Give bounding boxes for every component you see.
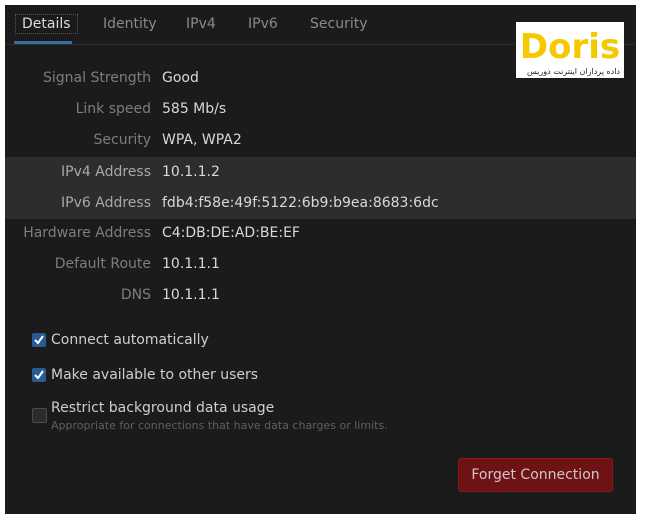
detail-row-ipv4: IPv4 Address 10.1.1.2 [5,157,636,188]
detail-value: 10.1.1.1 [162,256,220,272]
forget-connection-button[interactable]: Forget Connection [458,458,613,492]
connect-automatically-checkbox[interactable] [32,333,46,347]
detail-row-dns: DNS 10.1.1.1 [5,280,636,311]
make-available-checkbox[interactable] [32,368,46,382]
tab-ipv6[interactable]: IPv6 [248,16,278,32]
connect-automatically-label[interactable]: Connect automatically [51,332,209,348]
checkmark-icon [34,335,44,345]
detail-value: Good [162,70,199,86]
detail-value: C4:DB:DE:AD:BE:EF [162,225,300,241]
restrict-background-data-description: Appropriate for connections that have da… [51,419,388,432]
detail-label: IPv6 Address [61,195,151,211]
make-available-label[interactable]: Make available to other users [51,367,258,383]
detail-row-ipv6: IPv6 Address fdb4:f58e:49f:5122:6b9:b9ea:… [5,188,636,219]
detail-value: 10.1.1.1 [162,287,220,303]
tab-ipv4[interactable]: IPv4 [186,16,216,32]
detail-label: Link speed [75,101,151,117]
detail-row-link-speed: Link speed 585 Mb/s [5,94,636,125]
connection-details-panel: Details Identity IPv4 IPv6 Security Dori… [5,5,636,514]
detail-label: Default Route [54,256,151,272]
restrict-background-data-label[interactable]: Restrict background data usage [51,400,274,416]
detail-value: 10.1.1.2 [162,164,220,180]
detail-row-hardware-address: Hardware Address C4:DB:DE:AD:BE:EF [5,218,636,249]
svg-text:Doris: Doris [520,27,620,67]
detail-value: WPA, WPA2 [162,132,242,148]
detail-row-security: Security WPA, WPA2 [5,125,636,156]
tab-security[interactable]: Security [310,16,368,32]
checkmark-icon [34,370,44,380]
tab-identity[interactable]: Identity [103,16,157,32]
tab-details[interactable]: Details [15,14,78,34]
detail-value: 585 Mb/s [162,101,227,117]
detail-label: DNS [120,287,151,303]
restrict-background-data-checkbox[interactable] [32,408,47,423]
detail-label: Hardware Address [23,225,151,241]
detail-label: Signal Strength [42,70,151,86]
active-tab-indicator [14,41,72,44]
detail-label: Security [93,132,152,148]
detail-value: fdb4:f58e:49f:5122:6b9:b9ea:8683:6dc [162,195,439,211]
detail-row-signal-strength: Signal Strength Good [5,63,636,94]
detail-row-default-route: Default Route 10.1.1.1 [5,249,636,280]
detail-label: IPv4 Address [61,164,151,180]
